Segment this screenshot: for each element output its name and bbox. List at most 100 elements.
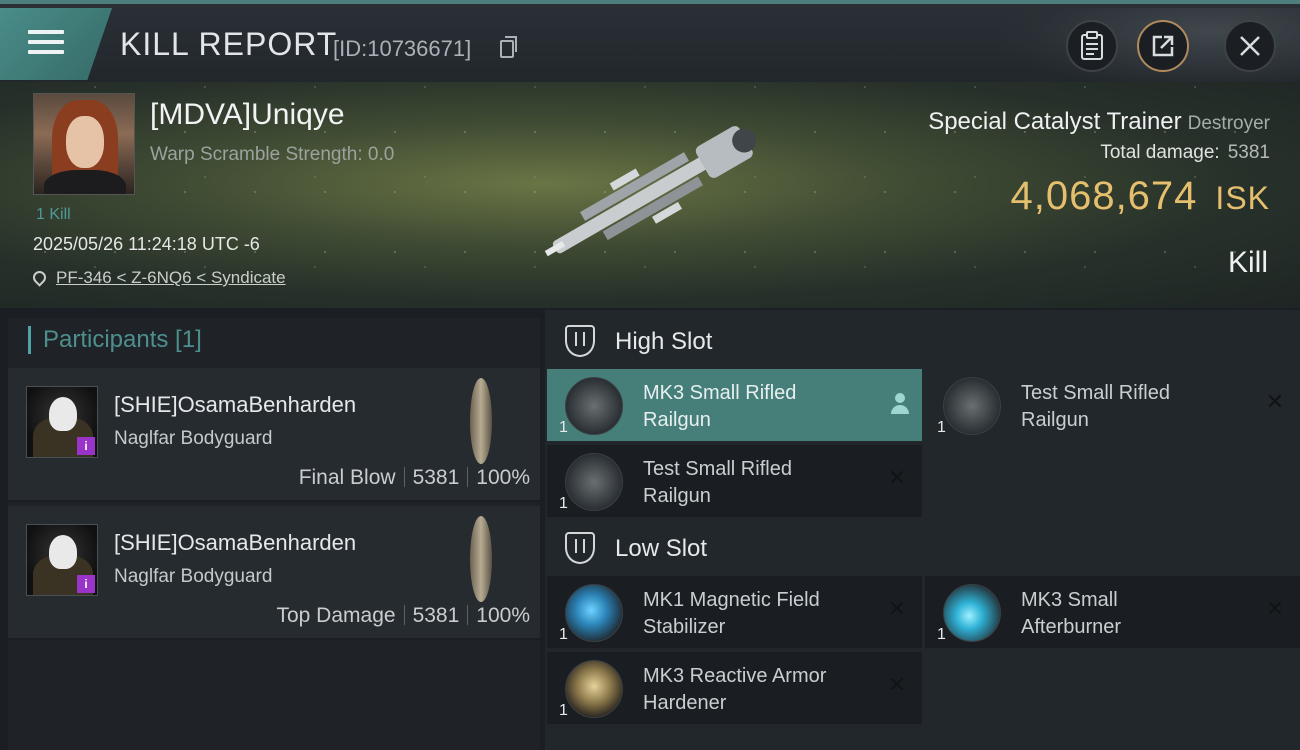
module-name: MK3 Small Rifled Railgun: [643, 380, 883, 434]
destroyed-x-icon: ✕: [1265, 389, 1285, 414]
module-item[interactable]: 1 MK3 Small Rifled Railgun: [547, 369, 922, 441]
railgun-icon: [565, 377, 623, 435]
destroyed-x-icon: ✕: [1265, 596, 1285, 621]
module-name-line2: Railgun: [1021, 409, 1089, 431]
close-button[interactable]: [1224, 20, 1276, 72]
total-damage: Total damage: 5381: [1100, 142, 1270, 164]
ship-class: Destroyer: [1187, 113, 1270, 134]
participant-role: Final Blow: [298, 466, 396, 489]
module-quantity: 1: [937, 626, 946, 643]
module-name-line2: Afterburner: [1021, 616, 1122, 638]
module-quantity: 1: [559, 495, 568, 512]
participant-stats: Top Damage 5381 100%: [276, 604, 530, 628]
module-name-line1: MK3 Reactive Armor: [643, 665, 827, 687]
victim-banner: [MDVA]Uniqye Warp Scramble Strength: 0.0…: [0, 82, 1300, 308]
page-title: KILL REPORT: [120, 26, 338, 62]
module-name-line2: Railgun: [643, 485, 711, 507]
low-slot-icon: [565, 532, 595, 564]
participant-ship-icon: [470, 378, 492, 464]
module-name-line2: Railgun: [643, 409, 711, 431]
module-name-line1: Test Small Rifled: [1021, 382, 1170, 404]
participant-ship: Naglfar Bodyguard: [114, 566, 273, 587]
high-slot-icon: [565, 325, 595, 357]
header-bar: KILL REPORT [ID:10736671]: [0, 0, 1300, 86]
warp-scramble-strength: Warp Scramble Strength: 0.0: [150, 144, 395, 165]
module-quantity: 1: [559, 626, 568, 643]
module-item[interactable]: 1 MK3 Reactive Armor Hardener ✕: [547, 652, 922, 724]
clipboard-button[interactable]: [1066, 20, 1118, 72]
participant-ship: Naglfar Bodyguard: [114, 428, 273, 449]
participant-percent: 100%: [476, 604, 530, 627]
clipboard-icon: [1081, 31, 1103, 60]
participant-avatar[interactable]: i: [26, 386, 98, 458]
participant-ship-icon: [470, 516, 492, 602]
participant-name[interactable]: [SHIE]OsamaBenharden: [114, 392, 356, 418]
module-name-line1: MK3 Small Rifled: [643, 382, 797, 404]
participant-percent: 100%: [476, 466, 530, 489]
stabilizer-icon: [565, 584, 623, 642]
destroyed-x-icon: ✕: [887, 672, 907, 697]
module-name: MK3 Reactive Armor Hardener: [643, 663, 883, 717]
victim-ship-image: [544, 126, 757, 257]
kill-location[interactable]: PF-346 < Z-6NQ6 < Syndicate: [30, 268, 286, 288]
destroyed-x-icon: ✕: [887, 465, 907, 490]
participant-damage: 5381: [412, 466, 460, 489]
victim-ship-name: Special Catalyst Trainer Destroyer: [928, 108, 1270, 136]
participants-panel: Participants [1] i [SHIE]OsamaBenharden …: [8, 318, 540, 750]
share-button[interactable]: [1137, 20, 1189, 72]
module-quantity: 1: [937, 419, 946, 436]
module-name: Test Small Rifled Railgun: [643, 456, 883, 510]
copy-icon[interactable]: [500, 36, 517, 58]
close-icon: [1240, 36, 1260, 56]
low-slot-title: Low Slot: [615, 535, 708, 562]
module-item[interactable]: 1 MK1 Magnetic Field Stabilizer ✕: [547, 576, 922, 648]
share-icon: [1152, 35, 1174, 57]
railgun-icon: [565, 453, 623, 511]
victim-pilot-name[interactable]: [MDVA]Uniqye: [150, 98, 345, 132]
total-damage-label: Total damage:: [1100, 142, 1220, 163]
participants-heading: Participants [1]: [28, 326, 202, 354]
menu-button[interactable]: [0, 8, 112, 80]
location-pin-icon: [30, 268, 49, 287]
participant-stats: Final Blow 5381 100%: [299, 466, 530, 490]
module-item[interactable]: 1 Test Small Rifled Railgun ✕: [925, 369, 1300, 441]
module-item[interactable]: 1 Test Small Rifled Railgun ✕: [547, 445, 922, 517]
fitting-panel: High Slot 1 MK3 Small Rifled Railgun 1 Te…: [545, 310, 1300, 750]
high-slot-header: High Slot: [545, 312, 1300, 370]
module-name-line1: Test Small Rifled: [643, 458, 792, 480]
participant-avatar[interactable]: i: [26, 524, 98, 596]
person-icon: [890, 393, 910, 415]
report-id: [ID:10736671]: [333, 36, 472, 61]
isk-amount: 4,068,674: [1010, 174, 1198, 218]
participant-row[interactable]: i [SHIE]OsamaBenharden Naglfar Bodyguard…: [8, 368, 540, 502]
module-name-line2: Hardener: [643, 692, 727, 714]
participant-damage: 5381: [412, 604, 460, 627]
module-name: MK1 Magnetic Field Stabilizer: [643, 587, 883, 641]
result-label: Kill: [1227, 246, 1268, 279]
total-damage-value: 5381: [1227, 142, 1270, 163]
location-link[interactable]: PF-346 < Z-6NQ6 < Syndicate: [56, 268, 286, 287]
isk-value: 4,068,674 ISK: [1010, 174, 1270, 219]
isk-unit: ISK: [1215, 180, 1270, 216]
high-slot-title: High Slot: [615, 328, 713, 355]
info-badge-icon: i: [77, 575, 95, 593]
module-item[interactable]: 1 MK3 Small Afterburner ✕: [925, 576, 1300, 648]
module-name: MK3 Small Afterburner: [1021, 587, 1261, 641]
menu-icon: [28, 30, 64, 60]
ship-name-text[interactable]: Special Catalyst Trainer: [928, 108, 1181, 135]
module-name-line1: MK3 Small: [1021, 589, 1118, 611]
kill-count: 1 Kill: [36, 206, 71, 223]
low-slot-header: Low Slot: [545, 519, 1300, 577]
participant-name[interactable]: [SHIE]OsamaBenharden: [114, 530, 356, 556]
kill-datetime: 2025/05/26 11:24:18 UTC -6: [33, 234, 260, 254]
module-quantity: 1: [559, 419, 568, 436]
armor-hardener-icon: [565, 660, 623, 718]
module-quantity: 1: [559, 702, 568, 719]
module-name-line2: Stabilizer: [643, 616, 726, 638]
info-badge-icon: i: [77, 437, 95, 455]
module-name-line1: MK1 Magnetic Field: [643, 589, 820, 611]
railgun-icon: [943, 377, 1001, 435]
victim-portrait[interactable]: [33, 93, 135, 195]
participant-row[interactable]: i [SHIE]OsamaBenharden Naglfar Bodyguard…: [8, 506, 540, 640]
module-name: Test Small Rifled Railgun: [1021, 380, 1261, 434]
